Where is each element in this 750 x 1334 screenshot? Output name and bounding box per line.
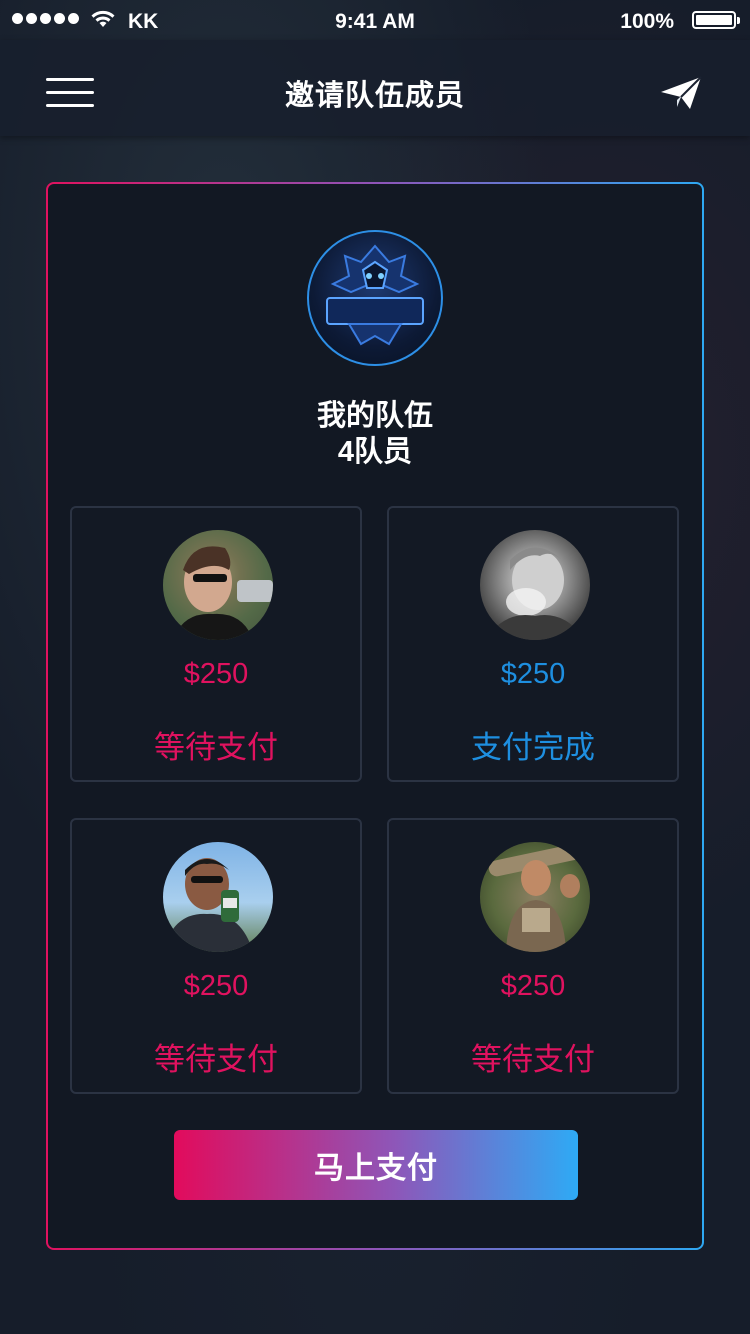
team-card-body: 我的队伍 4队员 $250 等待支付 $250 支付完成 $250 等待支付 $… xyxy=(48,184,702,1248)
member-card[interactable]: $250 等待支付 xyxy=(387,818,679,1094)
member-price: $250 xyxy=(500,658,566,690)
member-price: $250 xyxy=(500,970,566,1002)
battery-icon xyxy=(692,11,740,29)
team-logo-graphic xyxy=(326,244,424,346)
team-logo xyxy=(307,230,443,366)
member-card[interactable]: $250 等待支付 xyxy=(70,506,362,782)
nav-bar: 邀请队伍成员 xyxy=(0,40,750,136)
member-payment-status: 支付完成 xyxy=(471,730,595,765)
send-icon[interactable] xyxy=(660,76,702,110)
member-price: $250 xyxy=(183,970,249,1002)
battery-percentage: 100% xyxy=(620,10,674,33)
team-card: 我的队伍 4队员 $250 等待支付 $250 支付完成 $250 等待支付 $… xyxy=(46,182,704,1250)
member-card[interactable]: $250 等待支付 xyxy=(70,818,362,1094)
avatar xyxy=(480,842,590,952)
team-member-count: 4队员 xyxy=(337,436,413,468)
pay-now-button[interactable]: 马上支付 xyxy=(174,1130,578,1200)
member-card[interactable]: $250 支付完成 xyxy=(387,506,679,782)
member-payment-status: 等待支付 xyxy=(154,730,278,765)
status-bar: KK 9:41 AM 100% xyxy=(0,0,750,40)
member-price: $250 xyxy=(183,658,249,690)
avatar xyxy=(163,842,273,952)
member-payment-status: 等待支付 xyxy=(154,1042,278,1077)
page-title: 邀请队伍成员 xyxy=(284,80,465,112)
member-payment-status: 等待支付 xyxy=(471,1042,595,1077)
avatar xyxy=(480,530,590,640)
avatar xyxy=(163,530,273,640)
